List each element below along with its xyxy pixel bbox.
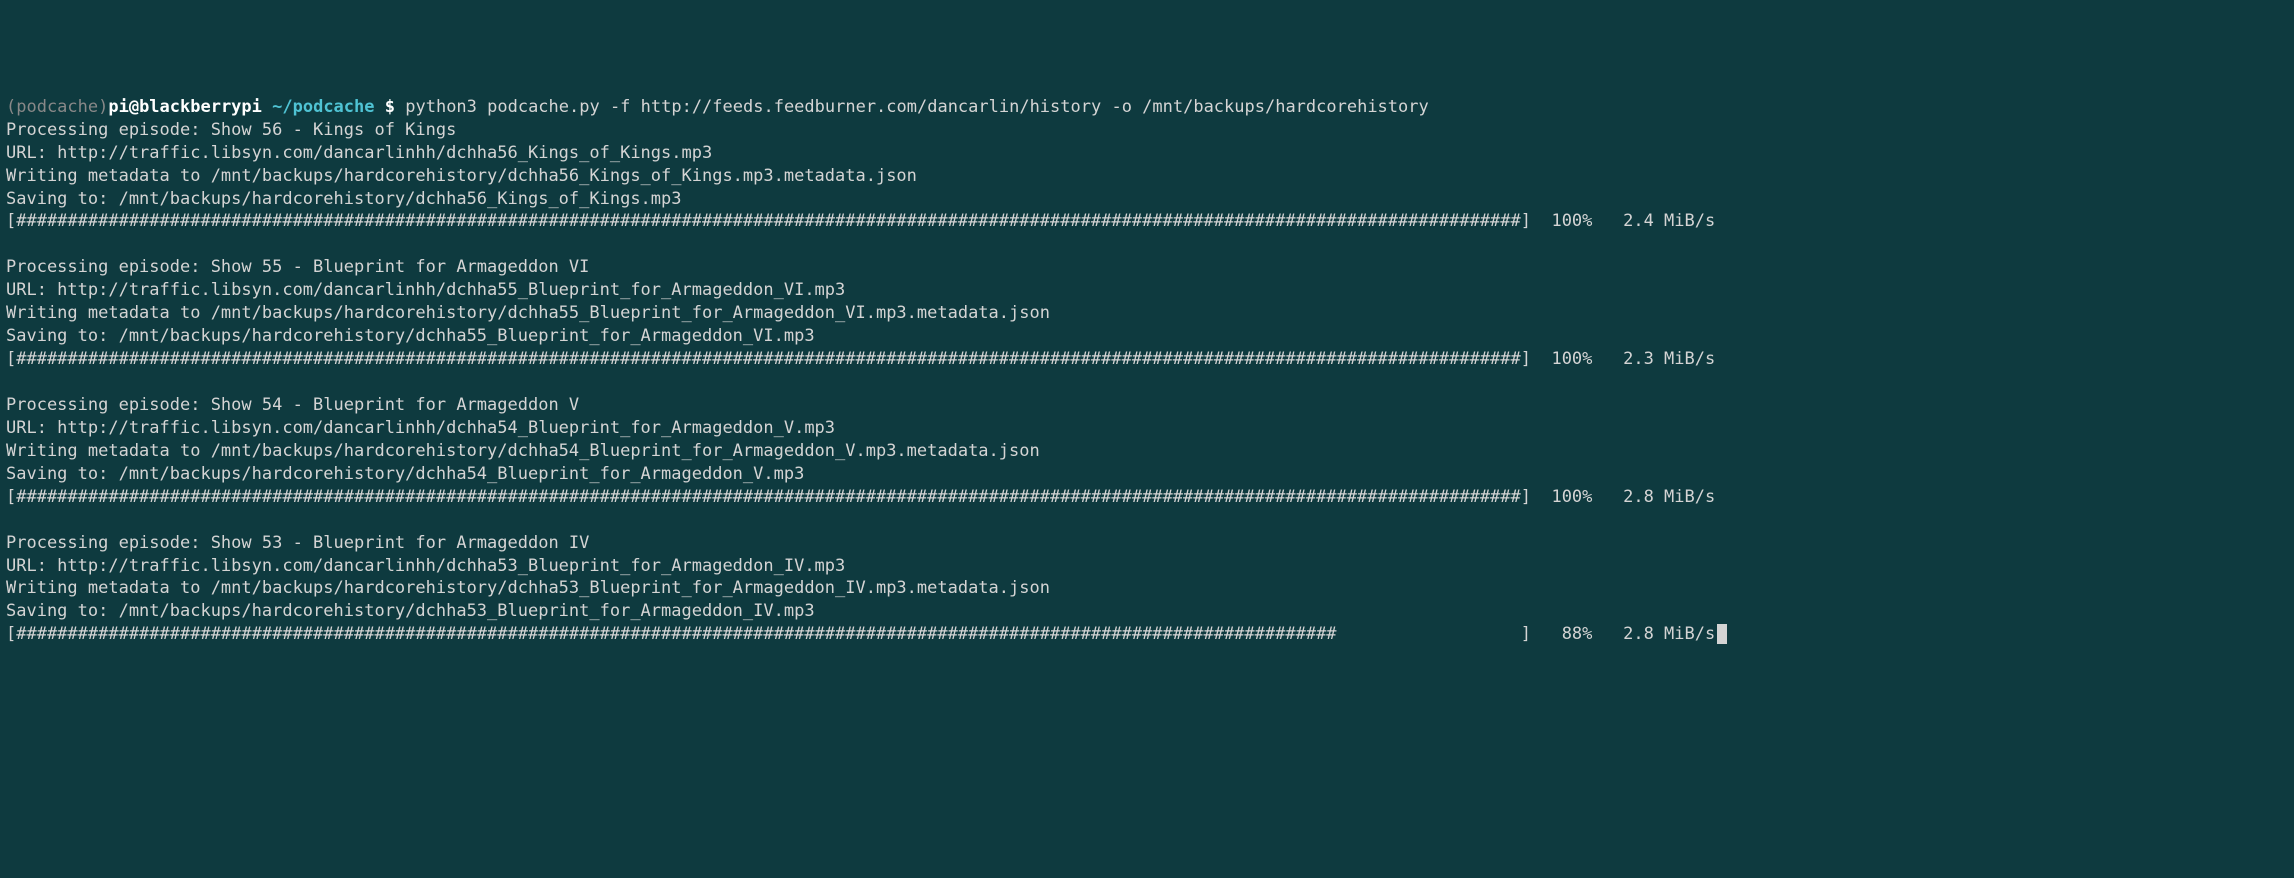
episode-block: Processing episode: Show 54 - Blueprint … <box>6 394 2288 532</box>
cwd: ~/podcache <box>272 97 374 117</box>
progress-bar: [#######################################… <box>6 623 2288 646</box>
progress-bar: [#######################################… <box>6 486 2288 509</box>
episode-block: Processing episode: Show 55 - Blueprint … <box>6 256 2288 394</box>
command-text: python3 podcache.py -f http://feeds.feed… <box>405 97 1429 117</box>
progress-bar: [#######################################… <box>6 348 2288 371</box>
processing-line: Processing episode: Show 55 - Blueprint … <box>6 256 2288 279</box>
saving-line: Saving to: /mnt/backups/hardcorehistory/… <box>6 600 2288 623</box>
url-line: URL: http://traffic.libsyn.com/dancarlin… <box>6 279 2288 302</box>
metadata-line: Writing metadata to /mnt/backups/hardcor… <box>6 302 2288 325</box>
url-line: URL: http://traffic.libsyn.com/dancarlin… <box>6 417 2288 440</box>
user-host: pi@blackberrypi <box>108 97 262 117</box>
prompt-line: (podcache)pi@blackberrypi ~/podcache $ p… <box>6 96 2288 119</box>
blank-line <box>6 509 2288 532</box>
blank-line <box>6 371 2288 394</box>
saving-line: Saving to: /mnt/backups/hardcorehistory/… <box>6 463 2288 486</box>
processing-line: Processing episode: Show 53 - Blueprint … <box>6 532 2288 555</box>
episode-block: Processing episode: Show 53 - Blueprint … <box>6 532 2288 647</box>
processing-line: Processing episode: Show 56 - Kings of K… <box>6 119 2288 142</box>
saving-line: Saving to: /mnt/backups/hardcorehistory/… <box>6 325 2288 348</box>
metadata-line: Writing metadata to /mnt/backups/hardcor… <box>6 577 2288 600</box>
episode-block: Processing episode: Show 56 - Kings of K… <box>6 119 2288 257</box>
progress-bar: [#######################################… <box>6 210 2288 233</box>
url-line: URL: http://traffic.libsyn.com/dancarlin… <box>6 555 2288 578</box>
metadata-line: Writing metadata to /mnt/backups/hardcor… <box>6 165 2288 188</box>
url-line: URL: http://traffic.libsyn.com/dancarlin… <box>6 142 2288 165</box>
saving-line: Saving to: /mnt/backups/hardcorehistory/… <box>6 188 2288 211</box>
processing-line: Processing episode: Show 54 - Blueprint … <box>6 394 2288 417</box>
venv-name: (podcache) <box>6 97 108 117</box>
metadata-line: Writing metadata to /mnt/backups/hardcor… <box>6 440 2288 463</box>
terminal-output[interactable]: (podcache)pi@blackberrypi ~/podcache $ p… <box>6 96 2288 647</box>
terminal-cursor <box>1717 624 1727 644</box>
blank-line <box>6 233 2288 256</box>
prompt-symbol: $ <box>385 97 395 117</box>
